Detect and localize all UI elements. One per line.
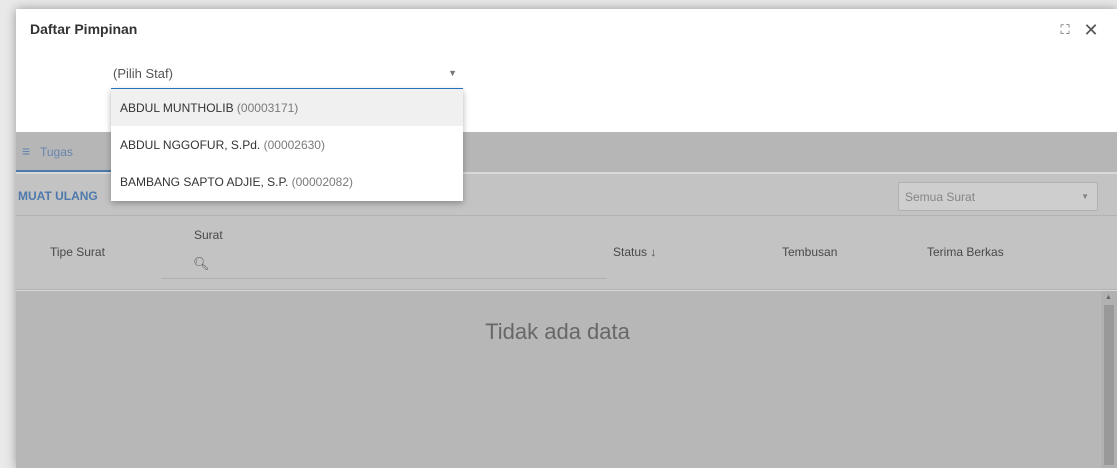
chevron-down-icon: ▼ [448,68,457,78]
scroll-up-icon[interactable]: ▲ [1105,294,1112,301]
tab-tugas[interactable]: ≡ Tugas [16,132,112,172]
empty-state-message: Tidak ada data [485,319,630,344]
scrollbar-thumb[interactable] [1104,305,1114,465]
search-icon: 🔍︎ [193,256,210,271]
column-header-terima-berkas[interactable]: Terima Berkas [927,245,1004,259]
letter-filter-select[interactable]: Semua Surat ▼ [898,182,1098,211]
staff-dropdown-list: ABDUL MUNTHOLIB (00003171) ABDUL NGGOFUR… [111,89,463,201]
staff-option-name: BAMBANG SAPTO ADJIE, S.P. [120,175,289,189]
surat-search-input[interactable]: 🔍︎ [161,253,607,279]
staff-select[interactable]: (Pilih Staf) ▼ [111,63,463,89]
staff-option-name: ABDUL NGGOFUR, S.Pd. [120,138,261,152]
letter-filter-value: Semua Surat [905,190,976,204]
screen-background: Daftar Pimpinan ⛶ ✕ (Pilih Staf) ▼ ≡ Tug… [0,0,1117,468]
column-header-status-label: Status [613,245,648,259]
staff-option[interactable]: BAMBANG SAPTO ADJIE, S.P. (00002082) [111,163,463,200]
column-header-tembusan[interactable]: Tembusan [782,245,837,259]
staff-option-code: (00002630) [263,138,325,152]
close-icon[interactable]: ✕ [1082,21,1100,39]
staff-option-name: ABDUL MUNTHOLIB [120,101,234,115]
vertical-scrollbar[interactable]: ▲ [1101,291,1117,468]
reload-button[interactable]: MUAT ULANG [18,189,98,203]
dialog-title: Daftar Pimpinan [30,21,138,37]
daftar-pimpinan-dialog: Daftar Pimpinan ⛶ ✕ (Pilih Staf) ▼ ≡ Tug… [16,9,1117,468]
staff-option[interactable]: ABDUL NGGOFUR, S.Pd. (00002630) [111,126,463,163]
tab-tugas-label: Tugas [40,145,73,159]
staff-option-code: (00002082) [291,175,354,189]
column-header-tipe-surat[interactable]: Tipe Surat [50,245,105,259]
column-header-status[interactable]: Status ↓ [613,245,656,259]
staff-option-code: (00003171) [236,101,299,115]
staff-option[interactable]: ABDUL MUNTHOLIB (00003171) [111,89,463,126]
table-body: Tidak ada data ▲ [16,291,1117,468]
table-header: Tipe Surat Surat 🔍︎ Status ↓ Tembusan Te… [16,216,1117,290]
column-header-surat[interactable]: Surat [194,228,223,242]
sort-descending-icon: ↓ [650,245,657,259]
list-icon: ≡ [22,143,31,159]
chevron-down-icon: ▼ [1081,192,1089,201]
staff-select-value: (Pilih Staf) [113,66,173,81]
maximize-icon[interactable]: ⛶ [1056,21,1074,39]
